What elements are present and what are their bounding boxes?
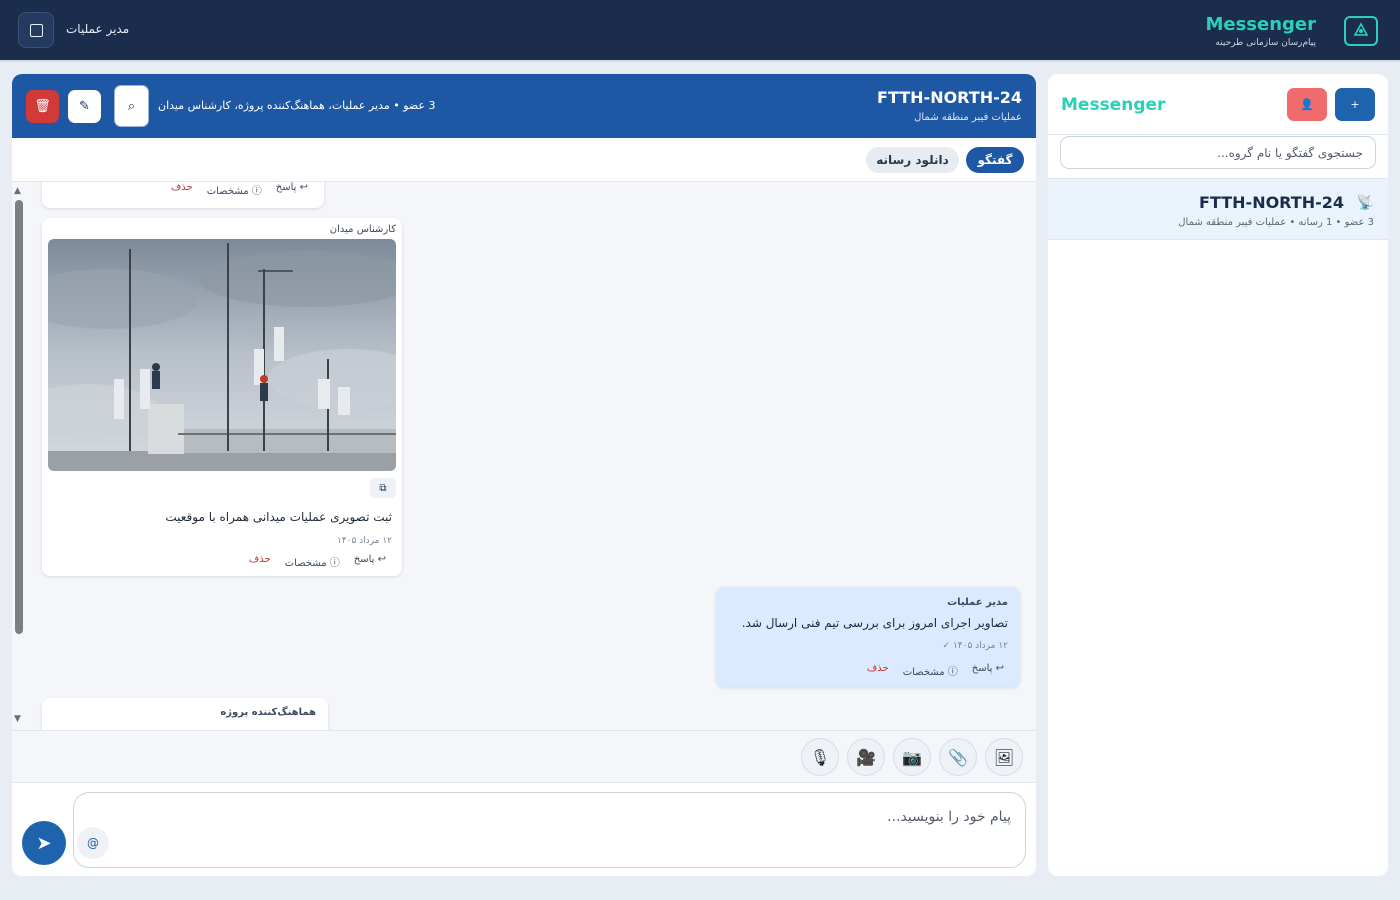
messenger-logo-icon bbox=[1344, 16, 1378, 46]
brand-subtitle: پیام‌رسان سازمانی طرحینه bbox=[1215, 38, 1316, 48]
expand-image-icon[interactable]: ⧉ bbox=[370, 478, 396, 498]
chat-header: FTTH-NORTH-24 عملیات فیبر منطقه شمال 3 ع… bbox=[12, 74, 1036, 138]
conversation-search-input[interactable] bbox=[1060, 136, 1376, 169]
divider bbox=[1048, 134, 1388, 135]
conversation-item[interactable]: 📡 FTTH-NORTH-24 3 عضو • 1 رسانه • عملیات… bbox=[1048, 178, 1388, 240]
delete-button[interactable]: حذف bbox=[867, 663, 889, 678]
message-image[interactable] bbox=[48, 239, 396, 471]
trash-icon: 🗑 bbox=[34, 99, 51, 114]
attachment-bar: 🖼 📎 📷 🎥 🎙 bbox=[12, 730, 1036, 782]
video-icon[interactable]: 🎥 bbox=[847, 738, 885, 776]
sidebar-toggle-button[interactable] bbox=[18, 12, 54, 48]
sidebar-title: Messenger bbox=[1061, 95, 1166, 115]
message-card-own: مدیر عملیات تصاویر اجرای امروز برای بررس… bbox=[716, 587, 1020, 687]
message-card: ↩ پاسخ ⓘ مشخصات حذف bbox=[42, 182, 324, 208]
brand: Messenger پیام‌رسان سازمانی طرحینه bbox=[1205, 14, 1316, 48]
mention-button[interactable]: @ bbox=[77, 827, 109, 859]
delete-button[interactable]: حذف bbox=[171, 182, 193, 197]
chat-tabs: گفتگو دانلود رسانه bbox=[12, 138, 1036, 182]
message-time-text: ۱۲ مرداد ۱۴۰۵ bbox=[952, 641, 1008, 651]
attach-icon[interactable]: 📎 bbox=[939, 738, 977, 776]
brand-title: Messenger bbox=[1205, 14, 1316, 35]
chat-panel: FTTH-NORTH-24 عملیات فیبر منطقه شمال 3 ع… bbox=[12, 74, 1036, 876]
message-text: ثبت تصویری عملیات میدانی همراه با موقعیت bbox=[165, 510, 392, 524]
info-button[interactable]: ⓘ مشخصات bbox=[903, 663, 958, 678]
camera-icon[interactable]: 📷 bbox=[893, 738, 931, 776]
info-button[interactable]: ⓘ مشخصات bbox=[207, 182, 262, 197]
conversation-sidebar: Messenger 👤 + 📡 FTTH-NORTH-24 3 عضو • 1 … bbox=[1048, 74, 1388, 876]
delete-chat-button[interactable]: 🗑 bbox=[26, 90, 59, 123]
user-button[interactable]: 👤 bbox=[1287, 88, 1327, 121]
user-icon: 👤 bbox=[1300, 98, 1314, 111]
satellite-icon: 📡 bbox=[1356, 195, 1374, 211]
delete-button[interactable]: حذف bbox=[249, 554, 271, 569]
reply-button[interactable]: ↩ پاسخ bbox=[276, 182, 308, 197]
edit-chat-button[interactable]: ✎ bbox=[68, 90, 101, 123]
message-list[interactable]: ▲ ▼ ↩ پاسخ ⓘ مشخصات حذف کارشناس میدان ⧉ … bbox=[12, 182, 1036, 730]
current-user-name: مدیر عملیات bbox=[66, 22, 130, 36]
info-button[interactable]: ⓘ مشخصات bbox=[285, 554, 340, 569]
scroll-down-icon[interactable]: ▼ bbox=[14, 714, 21, 724]
reply-button[interactable]: ↩ پاسخ bbox=[972, 663, 1004, 678]
pencil-icon: ✎ bbox=[79, 99, 90, 114]
message-actions: ↩ پاسخ ⓘ مشخصات حذف bbox=[867, 663, 1004, 678]
send-button[interactable]: ➤ bbox=[22, 821, 66, 865]
square-icon bbox=[29, 23, 43, 37]
tab-conversation[interactable]: گفتگو bbox=[966, 147, 1024, 173]
message-input[interactable] bbox=[73, 792, 1026, 868]
chat-subtitle: عملیات فیبر منطقه شمال bbox=[914, 112, 1022, 123]
scrollbar[interactable] bbox=[15, 200, 23, 634]
message-time: ۱۲ مرداد ۱۴۰۵ ✓ bbox=[943, 641, 1008, 651]
conversation-name: FTTH-NORTH-24 bbox=[1199, 193, 1344, 212]
message-text: تصاویر اجرای امروز برای بررسی تیم فنی ار… bbox=[741, 616, 1008, 630]
message-sender: هماهنگ‌کننده پروژه bbox=[220, 707, 316, 718]
conversation-meta: 3 عضو • 1 رسانه • عملیات فیبر منطقه شمال bbox=[1178, 217, 1374, 228]
message-sender: مدیر عملیات bbox=[947, 597, 1008, 608]
message-card: هماهنگ‌کننده پروژه bbox=[42, 698, 328, 730]
message-actions: ↩ پاسخ ⓘ مشخصات حذف bbox=[171, 182, 308, 197]
mic-icon[interactable]: 🎙 bbox=[801, 738, 839, 776]
search-chat-button[interactable]: ⌕ bbox=[114, 85, 149, 127]
tab-media-download[interactable]: دانلود رسانه bbox=[866, 147, 959, 173]
check-icon: ✓ bbox=[942, 641, 951, 651]
search-icon: ⌕ bbox=[127, 98, 136, 114]
chat-members: 3 عضو • مدیر عملیات، هماهنگ‌کننده پروژه،… bbox=[158, 99, 436, 112]
message-sender: کارشناس میدان bbox=[329, 224, 396, 235]
chat-title: FTTH-NORTH-24 bbox=[877, 88, 1022, 107]
scroll-up-icon[interactable]: ▲ bbox=[14, 186, 21, 196]
top-bar: مدیر عملیات Messenger پیام‌رسان سازمانی … bbox=[0, 0, 1400, 62]
message-time: ۱۲ مرداد ۱۴۰۵ bbox=[336, 536, 392, 546]
composer: @ ➤ bbox=[12, 782, 1036, 876]
new-conversation-button[interactable]: + bbox=[1335, 88, 1375, 121]
image-icon[interactable]: 🖼 bbox=[985, 738, 1023, 776]
message-actions: ↩ پاسخ ⓘ مشخصات حذف bbox=[249, 554, 386, 569]
reply-button[interactable]: ↩ پاسخ bbox=[354, 554, 386, 569]
message-card: کارشناس میدان ⧉ ثبت تصویری عملیات میدانی… bbox=[42, 218, 402, 576]
